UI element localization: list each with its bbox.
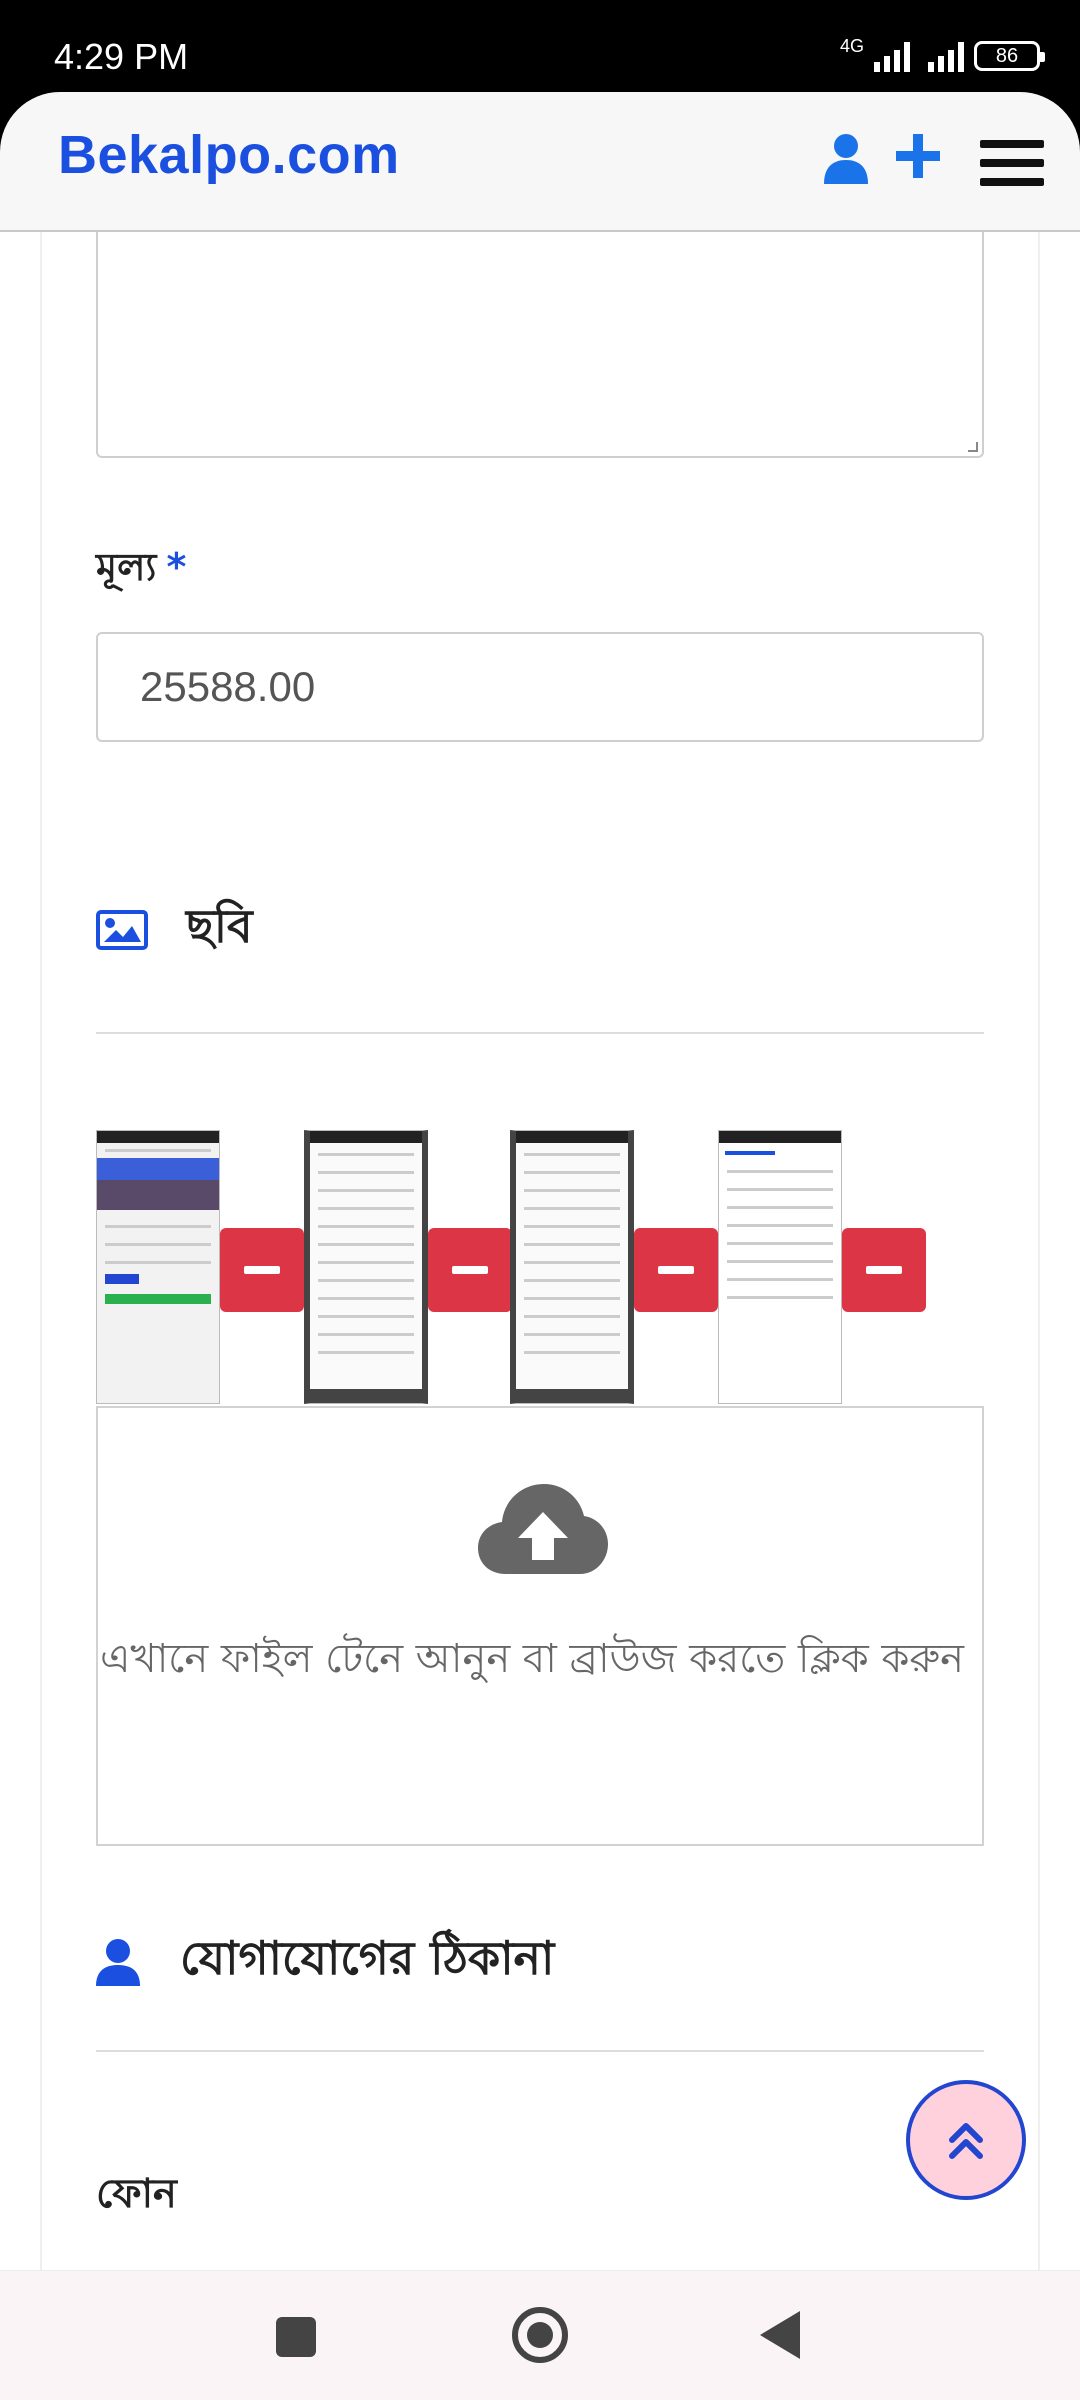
user-icon [96,1939,140,1986]
status-time: 4:29 PM [54,36,189,77]
section-divider [96,1032,984,1034]
image-thumbnail[interactable] [718,1130,842,1404]
image-thumbnail[interactable] [96,1130,220,1404]
resize-grip-icon[interactable] [968,442,978,452]
recent-apps-icon[interactable] [276,2317,316,2357]
status-bar: 4:29 PM 4G 86 [0,0,1080,100]
contact-section-header: যোগাযোগের ঠিকানা [96,1924,554,2000]
battery-icon: 86 [974,41,1045,71]
home-icon[interactable] [512,2307,568,2363]
remove-image-button[interactable] [220,1228,304,1312]
remove-image-button[interactable] [842,1228,926,1312]
description-textarea[interactable] [96,232,984,458]
section-divider [96,2050,984,2052]
file-dropzone[interactable]: এখানে ফাইল টেনে আনুন বা ব্রাউজ করতে ক্লি… [96,1406,984,1846]
dropzone-text: এখানে ফাইল টেনে আনুন বা ব্রাউজ করতে ক্লি… [100,1636,965,1682]
network-type: 4G [839,35,864,56]
app-header: Bekalpo.com [0,92,1080,232]
remove-image-button[interactable] [428,1228,512,1312]
status-indicators: 4G 86 [839,35,1045,76]
required-marker: * [166,545,187,589]
signal-icon [928,40,964,72]
image-thumbnail[interactable] [510,1130,634,1404]
cloud-upload-icon [478,1484,608,1574]
images-section-header: ছবি [96,892,253,968]
price-value: 25588.00 [140,663,316,710]
page-content: মূল্য * 25588.00 ছবি এখানে ফাইল টেনে আনু… [0,232,1080,2270]
signal-icon [874,40,910,72]
back-icon[interactable] [760,2311,800,2359]
double-chevron-up-icon [949,2123,983,2159]
price-label: মূল্য * [96,538,186,602]
contact-section-title: যোগাযোগের ঠিকানা [180,1931,555,1985]
system-nav-bar [0,2270,1080,2400]
price-input[interactable]: 25588.00 [96,632,984,742]
site-logo[interactable]: Bekalpo.com [58,124,400,186]
image-icon [96,910,148,950]
battery-level: 86 [995,44,1019,67]
user-icon[interactable] [822,132,870,184]
price-label-text: মূল্য [96,545,157,589]
hamburger-menu-icon[interactable] [980,140,1044,186]
remove-image-button[interactable] [634,1228,718,1312]
plus-icon[interactable] [894,132,942,180]
images-section-title: ছবি [186,899,253,953]
back-to-top-button[interactable] [906,2080,1026,2200]
image-thumbnail[interactable] [304,1130,428,1404]
phone-label: ফোন [96,2171,177,2217]
